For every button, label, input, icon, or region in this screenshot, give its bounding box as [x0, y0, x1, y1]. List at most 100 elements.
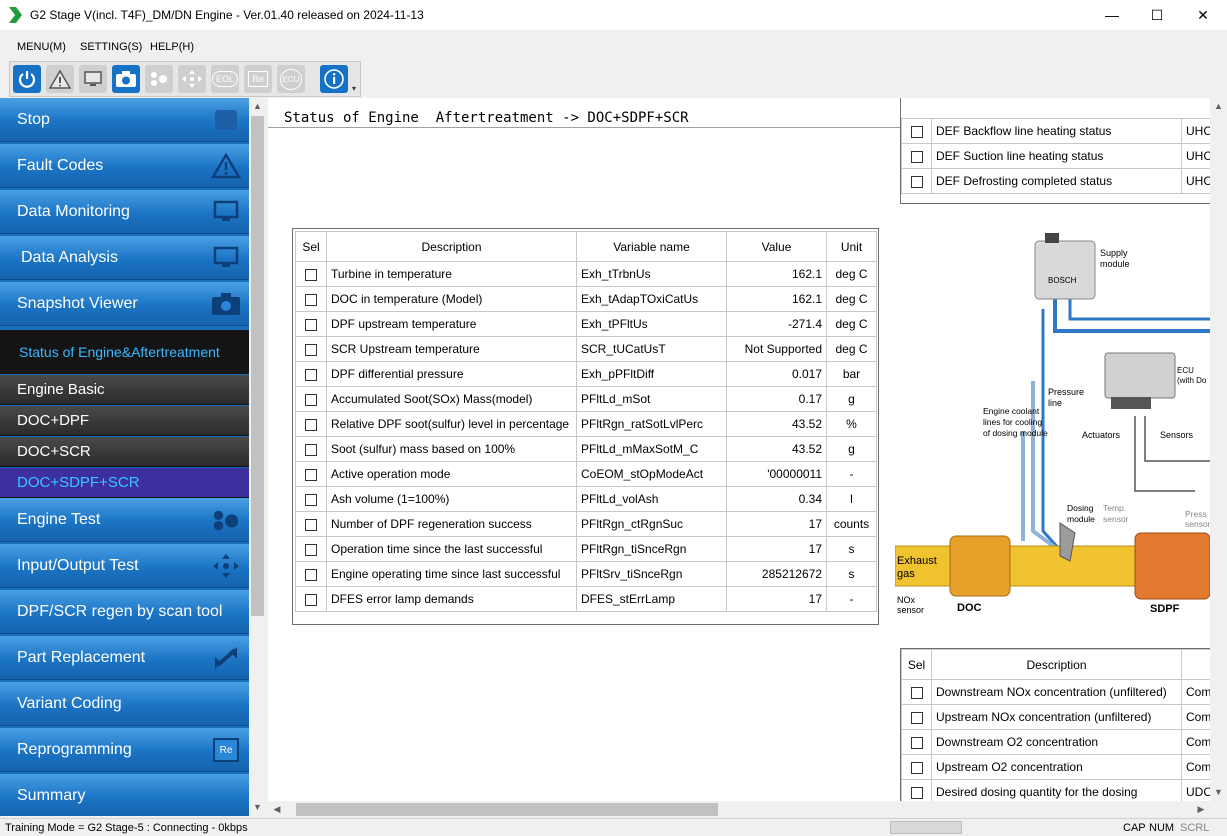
scroll-left-icon[interactable]: ◀	[272, 804, 282, 815]
table-row[interactable]: DPF upstream temperature Exh_tPFltUs -271.…	[295, 311, 877, 337]
row-checkbox[interactable]	[910, 686, 923, 699]
toolbar-reprogram-button[interactable]: Re	[244, 65, 272, 93]
row-checkbox[interactable]	[305, 293, 317, 306]
row-checkbox[interactable]	[910, 175, 923, 188]
table-row[interactable]: Downstream O2 concentration Com	[901, 729, 1210, 755]
sidebar-item-data-monitoring[interactable]: Data Monitoring	[0, 190, 249, 234]
sidebar-item-engine-test[interactable]: Engine Test	[0, 498, 249, 542]
sidebar-item-engine-basic[interactable]: Engine Basic	[0, 375, 249, 405]
table-row[interactable]: Ash volume (1=100%) PFltLd_volAsh 0.34 l	[295, 486, 877, 512]
row-checkbox[interactable]	[305, 343, 317, 356]
sidebar-item-doc-dpf[interactable]: DOC+DPF	[0, 406, 249, 436]
row-checkbox[interactable]	[910, 125, 923, 138]
row-checkbox[interactable]	[305, 393, 317, 406]
horizontal-scroll-thumb[interactable]	[296, 803, 718, 816]
toolbar-camera-button[interactable]	[112, 65, 140, 93]
table-row[interactable]: DEF Defrosting completed status UHC	[901, 168, 1210, 194]
table-row[interactable]: DEF Suction line heating status UHC	[901, 143, 1210, 169]
toolbar-warning-button[interactable]	[46, 65, 74, 93]
table-row[interactable]: Number of DPF regeneration success PFltRg…	[295, 511, 877, 537]
row-checkbox[interactable]	[305, 568, 317, 581]
row-checkbox[interactable]	[305, 468, 317, 481]
col-header-sel[interactable]: Sel	[295, 231, 327, 262]
sidebar-scrollbar[interactable]: ▲ ▼	[249, 98, 266, 816]
table-row[interactable]: SCR Upstream temperature SCR_tUCatUsT Not …	[295, 336, 877, 362]
row-checkbox[interactable]	[305, 593, 317, 606]
col-header-extra[interactable]	[1181, 649, 1210, 680]
toolbar-io-button[interactable]	[178, 65, 206, 93]
col-header-description[interactable]: Description	[931, 649, 1182, 680]
table-row[interactable]: Relative DPF soot(sulfur) level in perce…	[295, 411, 877, 437]
sidebar-item-doc-sdpf-scr[interactable]: DOC+SDPF+SCR	[0, 468, 249, 498]
row-checkbox[interactable]	[305, 493, 317, 506]
menu-setting[interactable]: SETTING(S)	[80, 41, 142, 53]
table-row[interactable]: Engine operating time since last success…	[295, 561, 877, 587]
sidebar-section-status[interactable]: Status of Engine&Aftertreatment	[0, 330, 249, 374]
sidebar-item-part-replacement[interactable]: Part Replacement	[0, 636, 249, 680]
row-checkbox[interactable]	[305, 268, 317, 281]
toolbar-engine-test-button[interactable]	[145, 65, 173, 93]
row-variable-name: Exh_tPFltUs	[576, 311, 727, 337]
table-row[interactable]: Operation time since the last successful…	[295, 536, 877, 562]
sidebar-item-variant-coding[interactable]: Variant Coding	[0, 682, 249, 726]
table-row[interactable]: DEF Backflow line heating status UHC	[901, 118, 1210, 144]
row-checkbox[interactable]	[305, 318, 317, 331]
row-checkbox[interactable]	[910, 150, 923, 163]
table-row[interactable]: Active operation mode CoEOM_stOpModeAct '0…	[295, 461, 877, 487]
col-header-sel[interactable]: Sel	[901, 649, 932, 680]
row-checkbox[interactable]	[305, 518, 317, 531]
scroll-down-icon[interactable]: ▼	[249, 802, 266, 812]
col-header-unit[interactable]: Unit	[826, 231, 877, 262]
table-row[interactable]: Upstream NOx concentration (unfiltered) C…	[901, 704, 1210, 730]
col-header-value[interactable]: Value	[726, 231, 827, 262]
sidebar-item-regen[interactable]: DPF/SCR regen by scan tool	[0, 590, 249, 634]
sidebar-item-data-analysis[interactable]: Data Analysis	[0, 236, 249, 280]
row-variable-name: PFltLd_volAsh	[576, 486, 727, 512]
sidebar-item-reprogramming[interactable]: Reprogramming Re	[0, 728, 249, 772]
col-header-description[interactable]: Description	[326, 231, 577, 262]
table-row[interactable]: DFES error lamp demands DFES_stErrLamp 17-	[295, 586, 877, 612]
row-checkbox[interactable]	[305, 543, 317, 556]
sidebar-item-stop[interactable]: Stop	[0, 98, 249, 142]
sidebar-item-summary[interactable]: Summary	[0, 774, 249, 816]
toolbar-monitor-button[interactable]	[79, 65, 107, 93]
content-vertical-scrollbar[interactable]: ▲ ▼	[1210, 98, 1227, 801]
scroll-right-icon[interactable]: ▶	[1196, 804, 1206, 815]
col-header-variable[interactable]: Variable name	[576, 231, 727, 262]
toolbar-overflow-icon[interactable]: ▾	[352, 84, 356, 93]
scroll-down-icon[interactable]: ▼	[1210, 787, 1227, 797]
scroll-up-icon[interactable]: ▲	[1210, 101, 1227, 111]
toolbar-ecu-button[interactable]: ECU	[277, 65, 305, 93]
minimize-button[interactable]: —	[1089, 0, 1135, 30]
sidebar-scroll-thumb[interactable]	[251, 116, 264, 616]
table-row[interactable]: Turbine in temperature Exh_tTrbnUs 162.1 de…	[295, 261, 877, 287]
table-row[interactable]: Soot (sulfur) mass based on 100% PFltLd_m…	[295, 436, 877, 462]
close-button[interactable]: ✕	[1180, 0, 1226, 30]
row-checkbox[interactable]	[305, 418, 317, 431]
row-checkbox[interactable]	[910, 786, 923, 799]
menu-help[interactable]: HELP(H)	[150, 41, 194, 53]
table-row[interactable]: Downstream NOx concentration (unfiltered…	[901, 679, 1210, 705]
maximize-button[interactable]: ☐	[1134, 0, 1180, 30]
row-checkbox[interactable]	[305, 368, 317, 381]
row-checkbox[interactable]	[305, 443, 317, 456]
table-row[interactable]: DOC in temperature (Model) Exh_tAdapTOxiC…	[295, 286, 877, 312]
menu-menu[interactable]: MENU(M)	[17, 41, 66, 53]
scroll-up-icon[interactable]: ▲	[249, 101, 266, 111]
toolbar-info-button[interactable]	[320, 65, 348, 93]
table-row[interactable]: DPF differential pressure Exh_pPFltDiff 0.…	[295, 361, 877, 387]
sidebar-item-snapshot-viewer[interactable]: Snapshot Viewer	[0, 282, 249, 326]
content-horizontal-scrollbar[interactable]: ◀ ▶	[268, 801, 1210, 818]
row-checkbox[interactable]	[910, 711, 923, 724]
row-description: DFES error lamp demands	[326, 586, 577, 612]
sidebar-item-io-test[interactable]: Input/Output Test	[0, 544, 249, 588]
sidebar-item-fault-codes[interactable]: Fault Codes	[0, 144, 249, 188]
toolbar-eol-button[interactable]: EOL	[211, 65, 239, 93]
row-checkbox[interactable]	[910, 761, 923, 774]
sidebar-item-doc-scr[interactable]: DOC+SCR	[0, 437, 249, 467]
row-checkbox[interactable]	[910, 736, 923, 749]
table-row[interactable]: Upstream O2 concentration Com	[901, 754, 1210, 780]
toolbar-power-button[interactable]	[13, 65, 41, 93]
table-row[interactable]: Accumulated Soot(SOx) Mass(model) PFltLd_…	[295, 386, 877, 412]
table-row[interactable]: Desired dosing quantity for the dosing UD…	[901, 779, 1210, 801]
